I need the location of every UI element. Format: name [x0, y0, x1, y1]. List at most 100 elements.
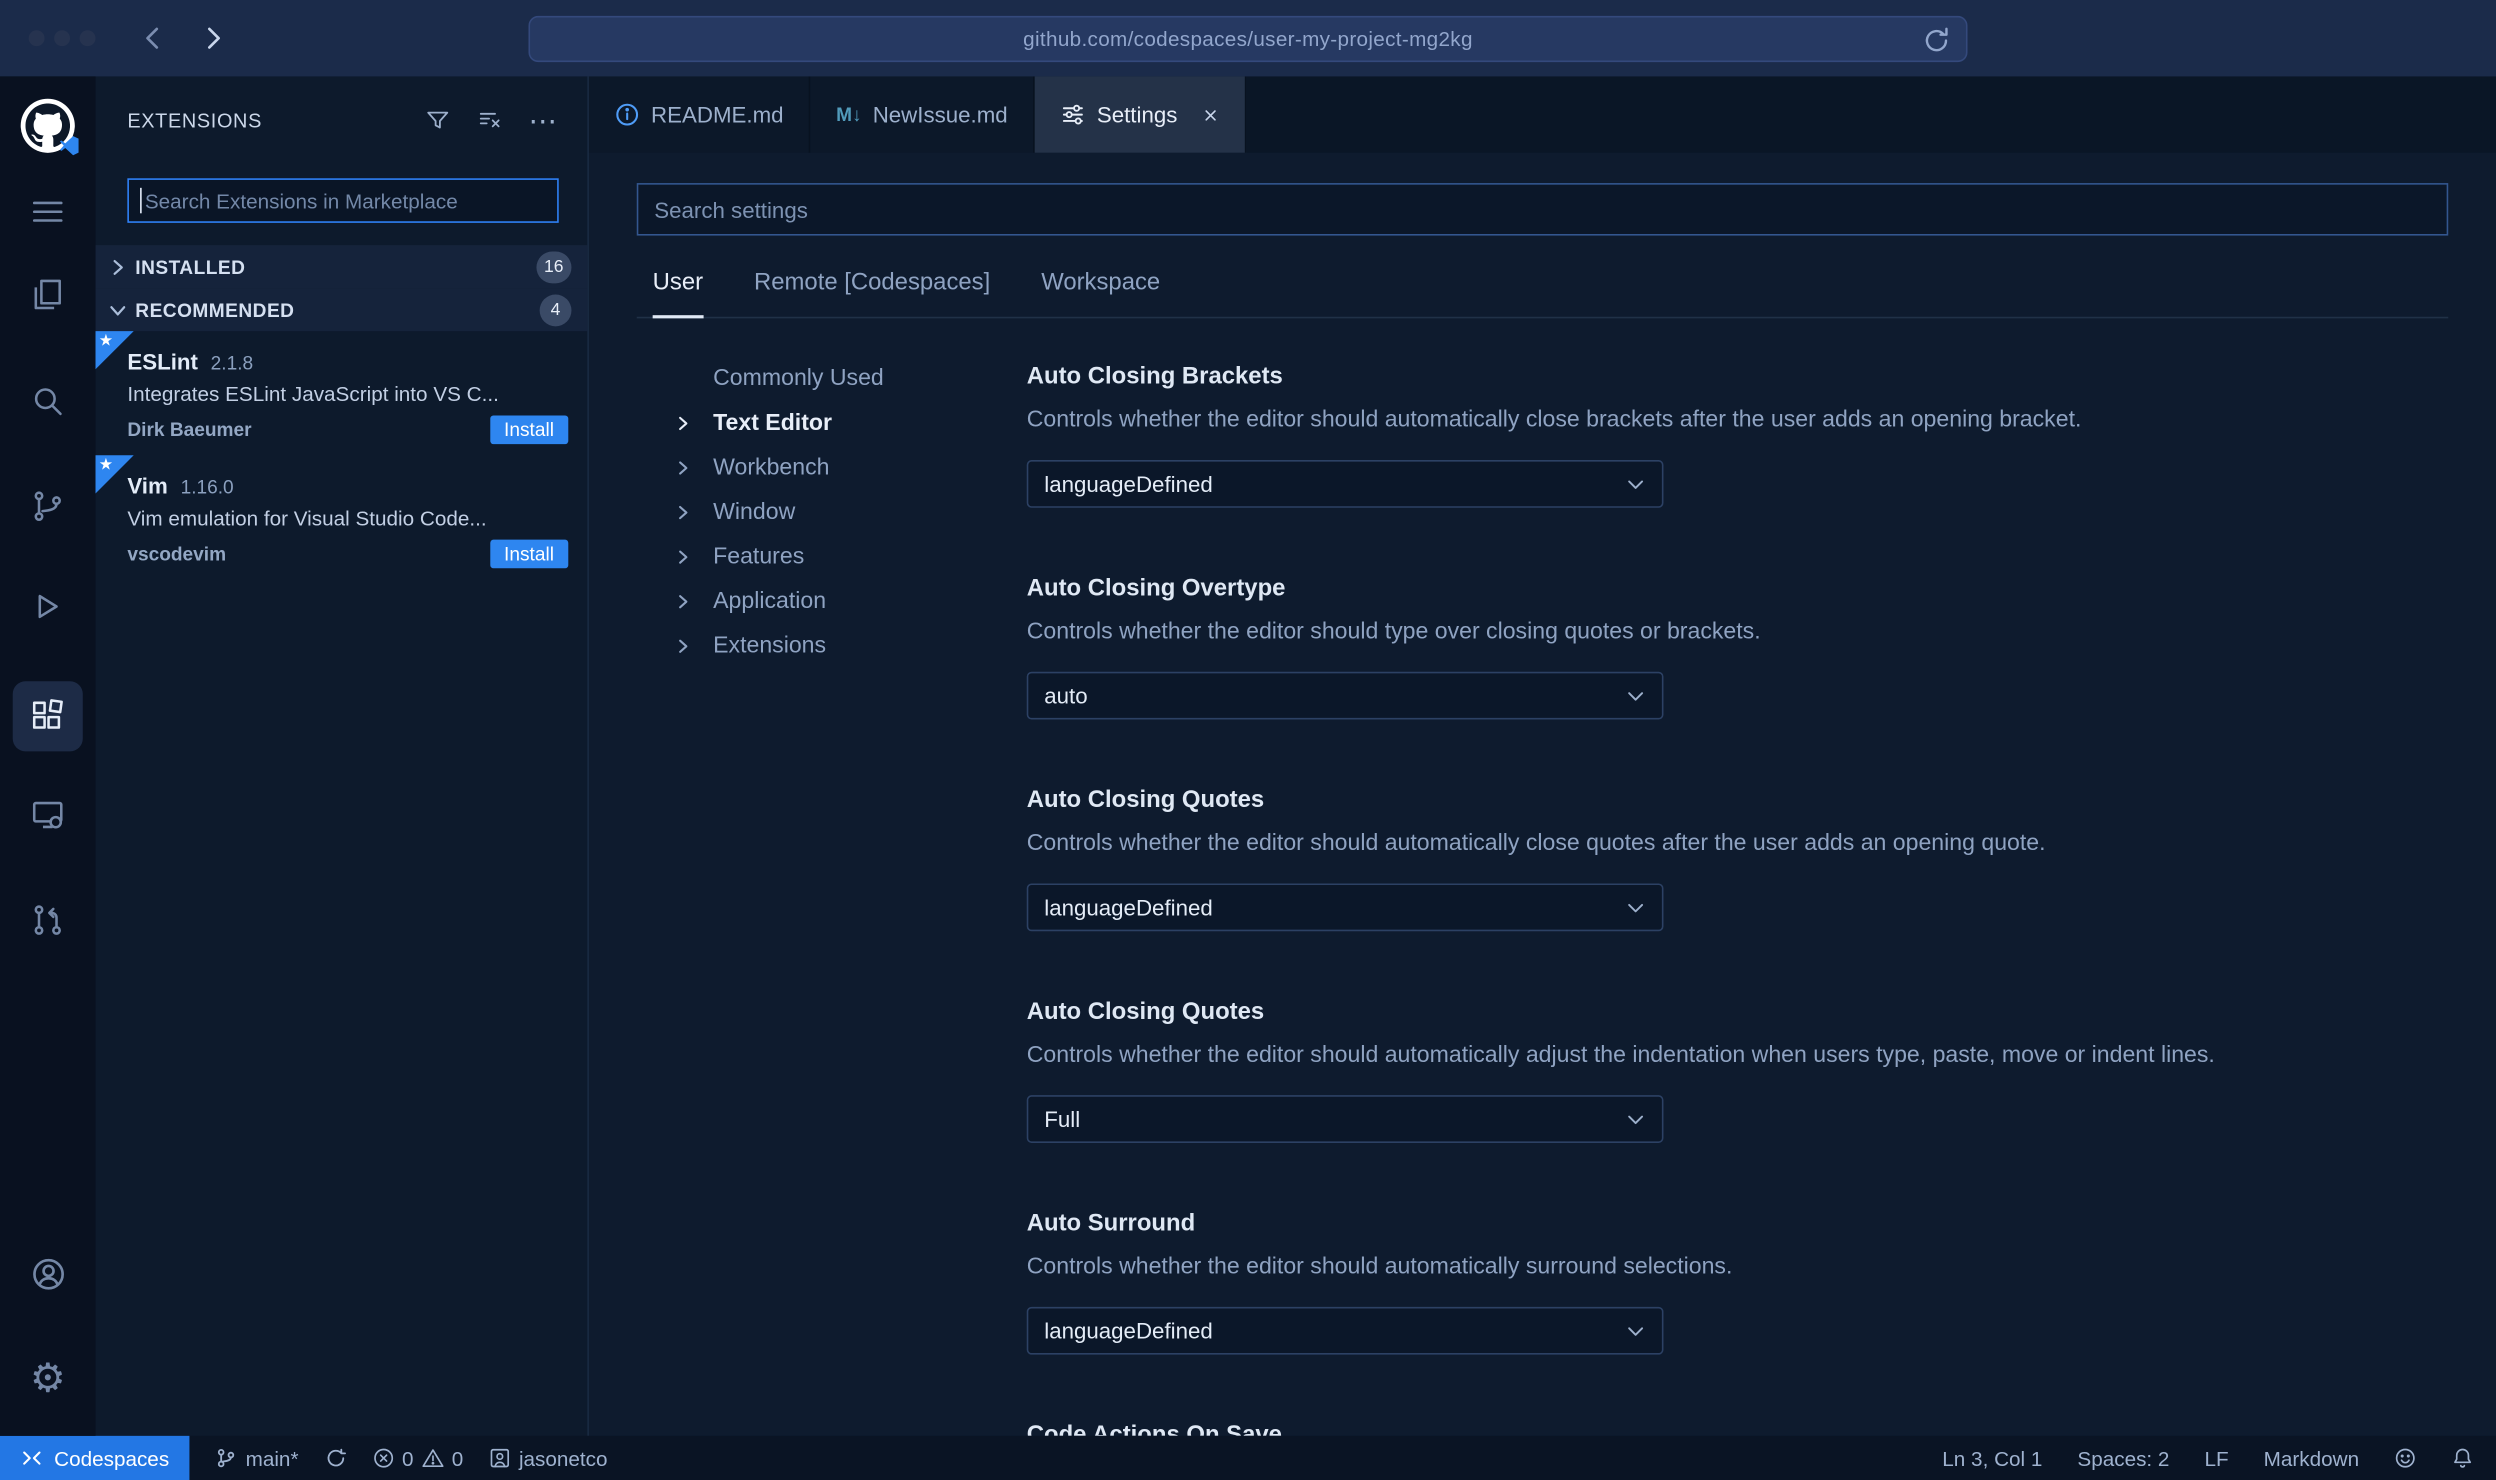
filter-icon[interactable] — [423, 107, 452, 136]
settings-gear-button[interactable]: ⚙ — [0, 1342, 96, 1415]
setting-description: Controls whether the editor should autom… — [1026, 1254, 1733, 1280]
window-controls — [28, 30, 96, 47]
extensions-icon — [32, 699, 63, 729]
extension-list-item-vim[interactable]: ★ Vim 1.16.0 Vim emulation for Visual St… — [95, 455, 588, 579]
toc-item-extensions[interactable]: Extensions — [637, 624, 1027, 669]
chevron-right-icon — [672, 635, 694, 657]
setting-value-dropdown[interactable]: languageDefined — [1026, 460, 1664, 508]
tab-label: README.md — [651, 101, 784, 128]
installed-count-badge: 16 — [536, 250, 572, 283]
indentation[interactable]: Spaces: 2 — [2077, 1446, 2169, 1470]
feedback-icon[interactable] — [2394, 1447, 2416, 1469]
url-bar[interactable]: github.com/codespaces/user-my-project-mg… — [528, 15, 1968, 63]
setting-title: Auto Surround — [1026, 1209, 1196, 1237]
setting-entry: Auto Closing Quotes Controls whether the… — [1026, 783, 2449, 932]
refresh-icon[interactable] — [1921, 25, 1951, 55]
install-button[interactable]: Install — [489, 539, 569, 569]
scope-tab-user[interactable]: User — [652, 269, 703, 319]
window-zoom-button[interactable] — [79, 30, 96, 47]
sidebar-item-remote-explorer[interactable] — [0, 778, 96, 851]
window-close-button[interactable] — [28, 30, 45, 47]
settings-search-input[interactable] — [636, 183, 2449, 236]
extension-version: 2.1.8 — [210, 351, 254, 375]
setting-entry-partial: Code Actions On Save — [1027, 1418, 2449, 1436]
remote-label: Codespaces — [54, 1446, 170, 1471]
window-minimize-button[interactable] — [54, 30, 71, 47]
recommended-flag-icon: ★ — [95, 331, 134, 370]
user-indicator[interactable]: jasonetco — [489, 1446, 608, 1470]
remote-indicator[interactable]: Codespaces — [0, 1435, 190, 1480]
activity-bar: ⚙ — [0, 76, 96, 1436]
setting-value-dropdown[interactable]: languageDefined — [1026, 1306, 1664, 1355]
chevron-right-icon — [672, 591, 694, 613]
chevron-down-icon — [1625, 685, 1646, 706]
sidebar-item-extensions[interactable] — [0, 680, 96, 753]
more-actions-icon[interactable]: ⋯ — [528, 107, 558, 136]
problems-indicator[interactable]: 0 0 — [372, 1446, 463, 1470]
sync-button[interactable] — [324, 1447, 346, 1469]
github-codespaces-logo[interactable] — [20, 98, 79, 156]
close-icon[interactable] — [1201, 106, 1219, 124]
clear-search-results-icon[interactable] — [476, 107, 505, 136]
sidebar-item-search[interactable] — [0, 365, 96, 438]
markdown-icon: M↓ — [836, 103, 862, 126]
sidebar-item-pull-requests[interactable] — [0, 883, 96, 956]
toc-item-features[interactable]: Features — [637, 535, 1027, 580]
extension-description: Vim emulation for Visual Studio Code... — [127, 506, 487, 531]
section-installed[interactable]: INSTALLED 16 — [95, 245, 588, 289]
install-button[interactable]: Install — [489, 415, 569, 445]
browser-back-button[interactable] — [137, 22, 169, 54]
sidebar-item-explorer[interactable] — [0, 258, 96, 331]
back-chevron-icon — [146, 27, 159, 49]
cursor-position[interactable]: Ln 3, Col 1 — [1942, 1446, 2042, 1470]
tab-newissue[interactable]: M↓ NewIssue.md — [810, 76, 1035, 153]
sidebar-item-run-debug[interactable] — [0, 570, 96, 643]
section-label: RECOMMENDED — [135, 298, 295, 321]
scope-tab-remote[interactable]: Remote [Codespaces] — [754, 269, 990, 317]
setting-value-dropdown[interactable]: auto — [1026, 671, 1664, 720]
toc-item-workbench[interactable]: Workbench — [637, 446, 1027, 491]
notifications-bell-icon[interactable] — [2451, 1447, 2473, 1469]
chevron-down-icon — [1625, 474, 1646, 495]
sidebar-item-source-control[interactable] — [0, 470, 96, 543]
extension-list-item-eslint[interactable]: ★ ESLint 2.1.8 Integrates ESLint JavaScr… — [95, 331, 588, 455]
tab-label: Settings — [1096, 101, 1178, 128]
person-icon — [490, 1448, 510, 1468]
chevron-down-icon — [110, 305, 126, 315]
chevron-down-icon — [1625, 897, 1646, 918]
branch-indicator[interactable]: main* — [215, 1446, 299, 1470]
recommended-count-badge: 4 — [539, 293, 572, 326]
toc-item-window[interactable]: Window — [637, 490, 1027, 535]
settings-scope-tabs: User Remote [Codespaces] Workspace — [636, 269, 2449, 319]
extension-author: vscodevim — [127, 542, 227, 566]
chevron-right-icon — [672, 501, 694, 523]
extensions-search — [127, 178, 559, 223]
setting-description: Controls whether the editor should autom… — [1026, 407, 2082, 433]
run-debug-icon — [38, 594, 58, 619]
browser-window: github.com/codespaces/user-my-project-mg… — [0, 0, 2496, 1480]
chevron-right-icon — [672, 546, 694, 568]
chevron-down-icon — [1625, 1109, 1646, 1130]
language-mode[interactable]: Markdown — [2264, 1446, 2359, 1470]
warning-icon — [422, 1449, 444, 1468]
extensions-search-input[interactable] — [127, 178, 559, 223]
eol-sequence[interactable]: LF — [2204, 1446, 2228, 1470]
browser-forward-button[interactable] — [197, 22, 229, 54]
setting-entry: Auto Closing Overtype Controls whether t… — [1026, 571, 2449, 720]
menu-button[interactable] — [0, 175, 96, 248]
toc-item-application[interactable]: Application — [637, 579, 1027, 624]
scope-tab-workspace[interactable]: Workspace — [1041, 269, 1160, 317]
toc-item-text-editor[interactable]: Text Editor — [637, 401, 1027, 446]
extension-version: 1.16.0 — [180, 475, 234, 499]
tab-readme[interactable]: README.md — [588, 76, 811, 153]
setting-value-dropdown[interactable]: Full — [1026, 1095, 1664, 1143]
setting-value-dropdown[interactable]: languageDefined — [1026, 883, 1664, 932]
extensions-sidebar: EXTENSIONS ⋯ INSTALLED 16 RECOMMENDED — [95, 76, 589, 1436]
settings-sliders-icon — [1062, 104, 1083, 125]
account-button[interactable] — [0, 1237, 96, 1310]
settings-list: Auto Closing Brackets Controls whether t… — [1026, 318, 2449, 1436]
toc-item-commonly-used[interactable]: Commonly Used — [637, 357, 1027, 402]
hamburger-icon — [32, 201, 63, 222]
section-recommended[interactable]: RECOMMENDED 4 — [95, 288, 588, 332]
tab-settings[interactable]: Settings — [1034, 76, 1246, 153]
